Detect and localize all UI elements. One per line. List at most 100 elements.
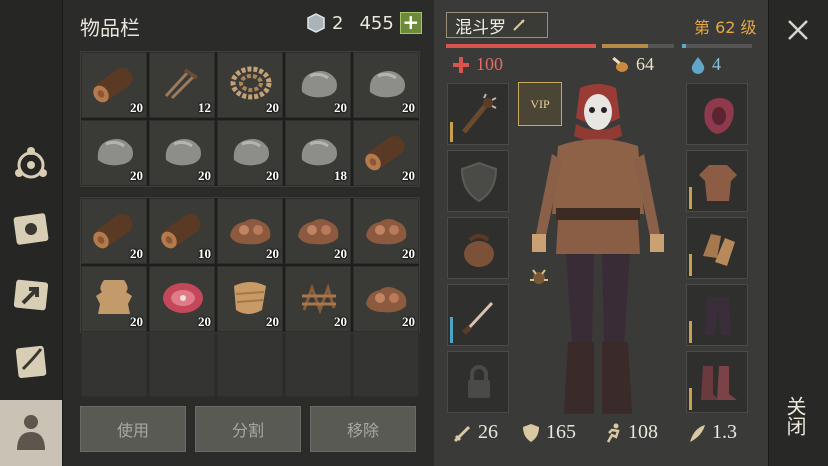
inventory-slot[interactable]: 20 bbox=[353, 120, 419, 186]
inventory-slot[interactable]: 20 bbox=[149, 120, 215, 186]
health-bar bbox=[446, 44, 596, 48]
skills-tab[interactable] bbox=[6, 204, 56, 254]
water-drop-icon bbox=[691, 56, 705, 74]
shield-slot[interactable] bbox=[447, 150, 509, 212]
hands-slot[interactable] bbox=[686, 217, 748, 279]
item-quantity: 20 bbox=[198, 168, 211, 183]
inventory-slot[interactable]: 20 bbox=[81, 120, 147, 186]
sun-scroll-icon bbox=[13, 213, 49, 245]
inventory-slot[interactable]: 20 bbox=[217, 266, 283, 332]
close-icon[interactable] bbox=[786, 18, 810, 42]
health-cross-icon bbox=[453, 56, 469, 73]
inventory-slot[interactable]: 20 bbox=[285, 266, 351, 332]
inventory-slot[interactable]: 20 bbox=[353, 52, 419, 118]
health-value: 100 bbox=[476, 54, 503, 74]
inventory-slot[interactable]: 20 bbox=[353, 198, 419, 264]
item-quantity: 20 bbox=[266, 100, 279, 115]
character-icon bbox=[17, 415, 45, 450]
chest-slot[interactable] bbox=[686, 150, 748, 212]
close-button[interactable]: 关闭 bbox=[783, 396, 810, 436]
crafting-icon bbox=[15, 147, 47, 179]
water-value: 4 bbox=[712, 54, 721, 74]
character-name: 混斗罗 bbox=[455, 17, 506, 38]
gold-count: 455 bbox=[359, 12, 394, 34]
item-quantity: 20 bbox=[266, 168, 279, 183]
boots-icon bbox=[701, 366, 737, 400]
defense-value: 165 bbox=[546, 421, 576, 443]
inventory-slot[interactable]: 18 bbox=[285, 120, 351, 186]
remove-button[interactable]: 移除 bbox=[310, 406, 416, 452]
inventory-title: 物品栏 bbox=[80, 16, 140, 40]
legs-slot[interactable] bbox=[686, 284, 748, 346]
bag-slot[interactable] bbox=[447, 217, 509, 279]
inventory-slot[interactable]: 10 bbox=[149, 198, 215, 264]
shield-icon bbox=[460, 161, 498, 203]
item-quantity: 20 bbox=[130, 246, 143, 261]
attack-value: 26 bbox=[478, 421, 498, 443]
currency-display: 2 455 + bbox=[306, 12, 422, 34]
inventory-slot[interactable]: 20 bbox=[285, 198, 351, 264]
weight-value: 1.3 bbox=[712, 421, 737, 443]
durability-bar bbox=[689, 187, 692, 209]
spiked-club-held-icon bbox=[530, 269, 548, 284]
attack-stat: 26 bbox=[452, 421, 498, 444]
map-arrow-icon bbox=[13, 279, 49, 311]
armor-shield-icon bbox=[523, 423, 539, 442]
inventory-slot[interactable]: 20 bbox=[81, 266, 147, 332]
quests-tab[interactable] bbox=[6, 336, 56, 386]
secondary-weapon-slot[interactable] bbox=[447, 284, 509, 346]
inventory-slot[interactable]: 12 bbox=[149, 52, 215, 118]
inventory-slot-empty[interactable] bbox=[285, 331, 351, 397]
item-quantity: 20 bbox=[402, 100, 415, 115]
inventory-slot[interactable]: 20 bbox=[81, 198, 147, 264]
health-stat: 100 bbox=[452, 54, 503, 75]
weapon-slot[interactable] bbox=[447, 83, 509, 145]
lock-icon bbox=[468, 365, 490, 398]
durability-bar bbox=[689, 254, 692, 276]
inventory-slot-empty[interactable] bbox=[149, 331, 215, 397]
water-bar bbox=[682, 44, 752, 48]
water-stat: 4 bbox=[690, 54, 721, 75]
pants-icon bbox=[705, 297, 731, 335]
pouch-icon bbox=[464, 234, 494, 267]
item-quantity: 20 bbox=[130, 168, 143, 183]
item-quantity: 20 bbox=[402, 314, 415, 329]
inventory-grid-bottom: 20 10 20 20 20 20 20 20 20 20 bbox=[80, 197, 420, 333]
item-quantity: 20 bbox=[334, 246, 347, 261]
inventory-slot[interactable]: 20 bbox=[217, 198, 283, 264]
inventory-slot[interactable]: 20 bbox=[149, 266, 215, 332]
character-level: 第 62 级 bbox=[694, 18, 757, 37]
inventory-slot[interactable]: 20 bbox=[353, 266, 419, 332]
inventory-slot[interactable]: 20 bbox=[217, 52, 283, 118]
inventory-slot-empty[interactable] bbox=[217, 331, 283, 397]
defense-stat: 165 bbox=[520, 421, 576, 444]
character-name-field[interactable]: 混斗罗 bbox=[446, 12, 548, 38]
food-value: 64 bbox=[636, 54, 654, 74]
character-figure bbox=[532, 84, 664, 414]
item-quantity: 20 bbox=[402, 168, 415, 183]
inventory-slot-empty[interactable] bbox=[353, 331, 419, 397]
inventory-slot[interactable]: 20 bbox=[217, 120, 283, 186]
edit-quill-icon bbox=[513, 19, 525, 31]
item-quantity: 10 bbox=[198, 246, 211, 261]
add-currency-button[interactable]: + bbox=[399, 12, 422, 34]
inventory-slot[interactable]: 20 bbox=[81, 52, 147, 118]
character-tab[interactable] bbox=[0, 400, 62, 466]
feet-slot[interactable] bbox=[686, 351, 748, 413]
inventory-slot-empty[interactable] bbox=[81, 331, 147, 397]
use-button[interactable]: 使用 bbox=[80, 406, 186, 452]
running-icon bbox=[606, 423, 620, 443]
weight-feather-icon bbox=[690, 424, 705, 442]
gloves-icon bbox=[703, 234, 735, 266]
split-button[interactable]: 分割 bbox=[195, 406, 301, 452]
spiked-club-icon bbox=[462, 93, 497, 134]
food-stat: 64 bbox=[610, 54, 654, 75]
inventory-grid-top: 20 12 20 20 20 20 20 20 18 20 bbox=[80, 51, 420, 187]
quill-scroll-icon bbox=[15, 345, 47, 379]
map-tab[interactable] bbox=[6, 270, 56, 320]
crafting-tab[interactable] bbox=[6, 140, 56, 190]
inventory-slot[interactable]: 20 bbox=[285, 52, 351, 118]
item-quantity: 20 bbox=[402, 246, 415, 261]
item-quantity: 20 bbox=[130, 100, 143, 115]
head-slot[interactable] bbox=[686, 83, 748, 145]
